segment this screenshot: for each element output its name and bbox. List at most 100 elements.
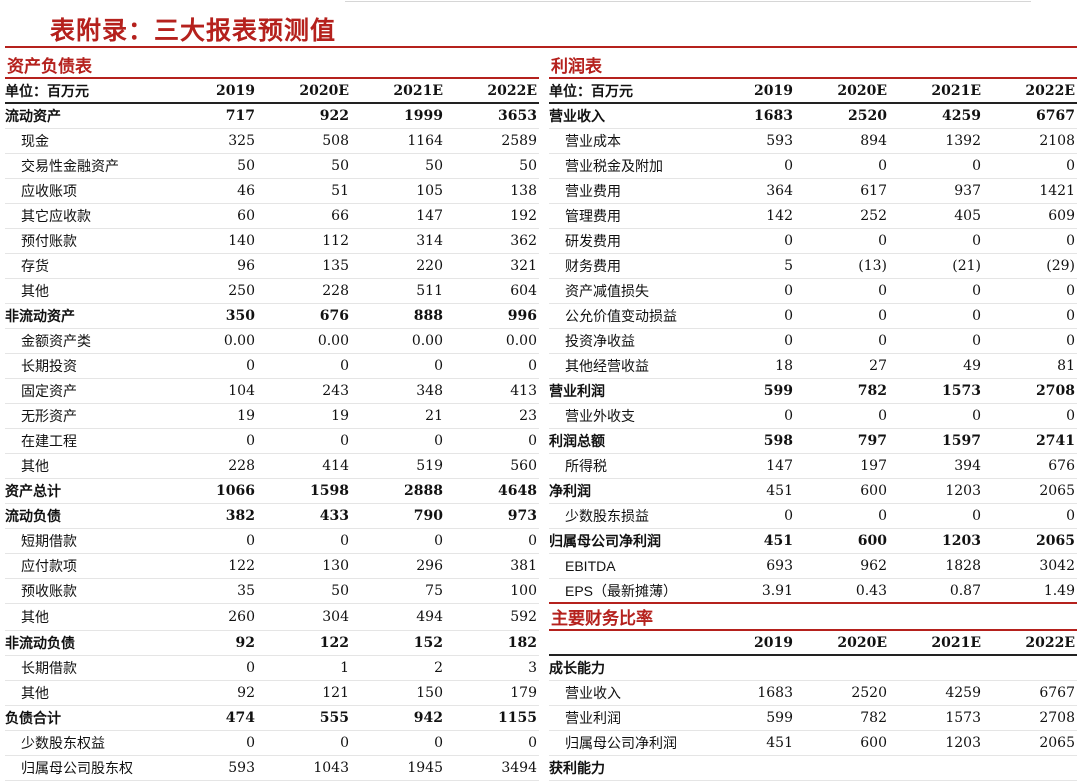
value-cell: 0 <box>434 735 443 751</box>
table-row: 获利能力 <box>549 756 1077 781</box>
value-cell: 717 <box>225 108 255 124</box>
table-row: 所得税 147 197 394 676 <box>549 454 1077 479</box>
row-label: 短期借款 <box>21 534 77 550</box>
value-cell: 150 <box>416 685 443 701</box>
value-cell: 0 <box>784 408 793 424</box>
table-row: 归属母公司净利润 451 600 1203 2065 <box>549 731 1077 756</box>
value-cell: 81 <box>1057 358 1075 374</box>
value-cell: 1945 <box>407 760 443 776</box>
year-header: 2019 <box>754 82 793 99</box>
table-row: 其它应收款 60 66 147 192 <box>5 204 539 229</box>
value-cell: 494 <box>416 609 443 625</box>
value-cell: 555 <box>319 710 349 726</box>
row-label: 预收账款 <box>21 584 77 600</box>
row-label: EPS（最新摊薄） <box>565 582 678 599</box>
row-label: 研发费用 <box>565 234 621 250</box>
value-cell: 0 <box>784 283 793 299</box>
row-label: 无形资产 <box>21 409 77 425</box>
value-cell: 790 <box>413 508 443 524</box>
table-row: 预收账款 35 50 75 100 <box>5 579 539 604</box>
value-cell: 2888 <box>404 483 443 499</box>
value-cell: 0.00 <box>317 333 349 349</box>
value-cell: 414 <box>322 458 349 474</box>
row-label: 流动负债 <box>5 509 61 525</box>
value-cell: 0 <box>434 358 443 374</box>
value-cell: 0 <box>1066 308 1075 324</box>
value-cell: 5 <box>784 258 793 274</box>
table-row: 利润总额 598 797 1597 2741 <box>549 429 1077 454</box>
value-cell: 0 <box>972 158 981 174</box>
value-cell: 2 <box>434 660 443 676</box>
table-row: 资产总计 1066 1598 2888 4648 <box>5 479 539 504</box>
value-cell: 0 <box>972 308 981 324</box>
value-cell: 2589 <box>501 133 537 149</box>
value-cell: 0 <box>972 408 981 424</box>
table-row: 其他 250 228 511 604 <box>5 279 539 304</box>
value-cell: 592 <box>510 609 537 625</box>
value-cell: 0 <box>878 308 887 324</box>
value-cell: 888 <box>413 308 443 324</box>
value-cell: 152 <box>413 635 443 651</box>
year-header: 2019 <box>754 634 793 651</box>
row-label: 营业费用 <box>565 184 621 200</box>
value-cell: 1999 <box>404 108 443 124</box>
value-cell: 0 <box>1066 233 1075 249</box>
row-label: 获利能力 <box>549 761 605 777</box>
value-cell: 405 <box>954 208 981 224</box>
value-cell: 2708 <box>1039 710 1075 726</box>
value-cell: 23 <box>519 408 537 424</box>
balance-sheet-panel: 资产负债表 单位：百万元 2019 2020E 2021E 2022E 流动资产… <box>5 52 539 781</box>
value-cell: 66 <box>331 208 349 224</box>
value-cell: 350 <box>225 308 255 324</box>
value-cell: 0 <box>878 158 887 174</box>
ratios-header: 主要财务比率 <box>549 604 1077 631</box>
value-cell: 1066 <box>216 483 255 499</box>
value-cell: 1828 <box>945 558 981 574</box>
value-cell: 192 <box>510 208 537 224</box>
row-label: 长期借款 <box>21 661 77 677</box>
value-cell: 0 <box>878 283 887 299</box>
value-cell: 60 <box>237 208 255 224</box>
value-cell: 296 <box>416 558 443 574</box>
value-cell: 600 <box>860 735 887 751</box>
row-label: 预付账款 <box>21 234 77 250</box>
value-cell: 1203 <box>945 735 981 751</box>
value-cell: 0 <box>246 735 255 751</box>
income-statement-header: 利润表 <box>549 52 1077 79</box>
table-row: 无形资产 19 19 21 23 <box>5 404 539 429</box>
value-cell: 147 <box>766 458 793 474</box>
value-cell: (13) <box>858 258 887 274</box>
value-cell: 2520 <box>848 108 887 124</box>
row-label: 其他 <box>21 284 49 300</box>
value-cell: 0 <box>528 358 537 374</box>
row-label: 营业收入 <box>565 686 621 702</box>
value-cell: 381 <box>510 558 537 574</box>
row-label: 财务费用 <box>565 259 621 275</box>
value-cell: 0 <box>1066 508 1075 524</box>
year-header: 2020E <box>837 634 887 651</box>
value-cell: 50 <box>519 158 537 174</box>
table-row: 管理费用 142 252 405 609 <box>549 204 1077 229</box>
value-cell: 593 <box>228 760 255 776</box>
value-cell: 364 <box>766 183 793 199</box>
row-label: 其他经营收益 <box>565 359 649 375</box>
table-row: 少数股东损益 0 0 0 0 <box>549 504 1077 529</box>
table-row: 其他 260 304 494 592 <box>5 604 539 631</box>
value-cell: 2741 <box>1036 433 1075 449</box>
value-cell: 451 <box>766 735 793 751</box>
row-label: 交易性金融资产 <box>21 159 119 175</box>
value-cell: 228 <box>322 283 349 299</box>
table-row: EPS（最新摊薄） 3.91 0.43 0.87 1.49 <box>549 579 1077 604</box>
table-row: 其他 228 414 519 560 <box>5 454 539 479</box>
year-header: 2022E <box>1025 634 1075 651</box>
value-cell: 4259 <box>942 108 981 124</box>
table-row: 净利润 451 600 1203 2065 <box>549 479 1077 504</box>
value-cell: 0 <box>878 508 887 524</box>
row-label: 其它应收款 <box>21 209 91 225</box>
value-cell: 0 <box>1066 283 1075 299</box>
top-rule <box>345 1 1031 2</box>
value-cell: 1573 <box>942 383 981 399</box>
year-header: 2022E <box>487 82 537 99</box>
value-cell: 797 <box>857 433 887 449</box>
value-cell: 138 <box>510 183 537 199</box>
